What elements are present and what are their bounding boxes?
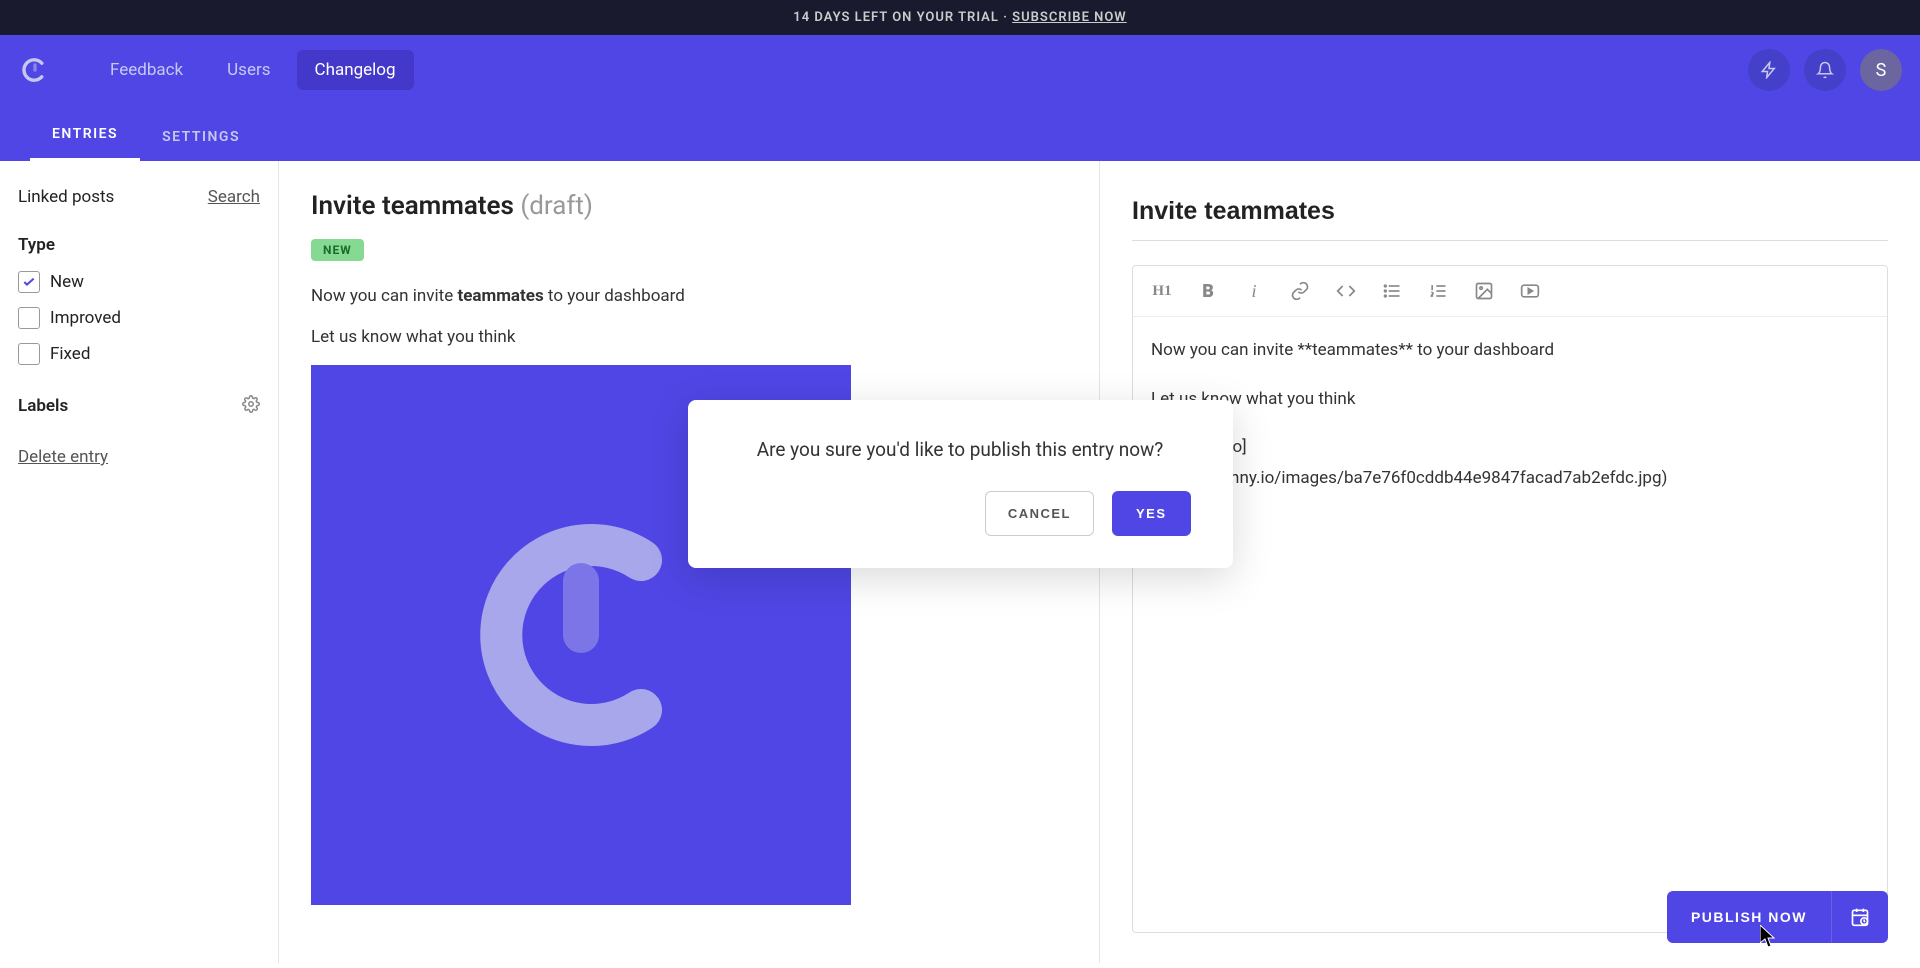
preview-line-1: Now you can invite teammates to your das… (311, 283, 1067, 310)
subnav-settings[interactable]: SETTINGS (140, 113, 262, 161)
labels-heading: Labels (18, 396, 68, 416)
checkbox-label: Fixed (50, 344, 90, 364)
linked-posts-label: Linked posts (18, 187, 114, 207)
checkbox-icon (18, 271, 40, 293)
confirm-publish-modal: Are you sure you'd like to publish this … (688, 400, 1233, 568)
cancel-button[interactable]: CANCEL (985, 491, 1094, 536)
publish-now-button[interactable]: PUBLISH NOW (1667, 891, 1831, 943)
activity-icon[interactable] (1748, 49, 1790, 91)
sidebar: Linked posts Search Type New Improved Fi… (0, 161, 279, 963)
bold-icon[interactable]: B (1197, 280, 1219, 302)
editor-textarea[interactable]: Now you can invite **teammates** to your… (1133, 317, 1887, 932)
heading-icon[interactable]: H1 (1151, 280, 1173, 302)
draft-indicator: (draft) (520, 191, 593, 221)
modal-actions: CANCEL YES (730, 491, 1191, 536)
preview-title: Invite teammates (draft) (311, 191, 1067, 221)
bullet-list-icon[interactable] (1381, 280, 1403, 302)
modal-message: Are you sure you'd like to publish this … (730, 438, 1191, 461)
editor-box: H1 B i (1132, 265, 1888, 933)
subscribe-link[interactable]: SUBSCRIBE NOW (1012, 10, 1127, 25)
checkbox-icon (18, 307, 40, 329)
app-logo[interactable] (18, 53, 52, 87)
search-link[interactable]: Search (208, 187, 260, 207)
gear-icon[interactable] (242, 395, 260, 417)
avatar[interactable]: S (1860, 49, 1902, 91)
trial-banner: 14 DAYS LEFT ON YOUR TRIAL · SUBSCRIBE N… (0, 0, 1920, 35)
publish-bar: PUBLISH NOW (1667, 891, 1888, 943)
sub-nav: ENTRIES SETTINGS (0, 105, 1920, 161)
nav-right: S (1748, 49, 1902, 91)
link-icon[interactable] (1289, 280, 1311, 302)
trial-text: 14 DAYS LEFT ON YOUR TRIAL · (793, 10, 1012, 25)
image-icon[interactable] (1473, 280, 1495, 302)
checkbox-icon (18, 343, 40, 365)
nav-users[interactable]: Users (209, 50, 288, 90)
yes-button[interactable]: YES (1112, 491, 1191, 536)
subnav-entries[interactable]: ENTRIES (30, 110, 140, 161)
type-new[interactable]: New (18, 271, 260, 293)
editor-image-markdown: ![canny logo] (https://canny.io/images/b… (1151, 432, 1869, 493)
top-nav: Feedback Users Changelog S (0, 35, 1920, 105)
nav-changelog[interactable]: Changelog (297, 50, 414, 90)
editor-line-1: Now you can invite **teammates** to your… (1151, 335, 1869, 366)
status-badge: NEW (311, 239, 364, 261)
video-icon[interactable] (1519, 280, 1541, 302)
nav-links: Feedback Users Changelog (92, 50, 414, 90)
nav-feedback[interactable]: Feedback (92, 50, 201, 90)
numbered-list-icon[interactable] (1427, 280, 1449, 302)
type-heading: Type (18, 235, 260, 255)
checkbox-label: New (50, 272, 84, 292)
type-fixed[interactable]: Fixed (18, 343, 260, 365)
editor-toolbar: H1 B i (1133, 266, 1887, 317)
type-improved[interactable]: Improved (18, 307, 260, 329)
editor-title-input[interactable] (1132, 191, 1888, 241)
preview-line-2: Let us know what you think (311, 324, 1067, 351)
editor-line-2: Let us know what you think (1151, 384, 1869, 415)
italic-icon[interactable]: i (1243, 280, 1265, 302)
schedule-button[interactable] (1831, 891, 1888, 943)
notifications-icon[interactable] (1804, 49, 1846, 91)
checkbox-label: Improved (50, 308, 121, 328)
code-icon[interactable] (1335, 280, 1357, 302)
preview-title-text: Invite teammates (311, 191, 514, 221)
delete-entry-link[interactable]: Delete entry (18, 447, 260, 467)
